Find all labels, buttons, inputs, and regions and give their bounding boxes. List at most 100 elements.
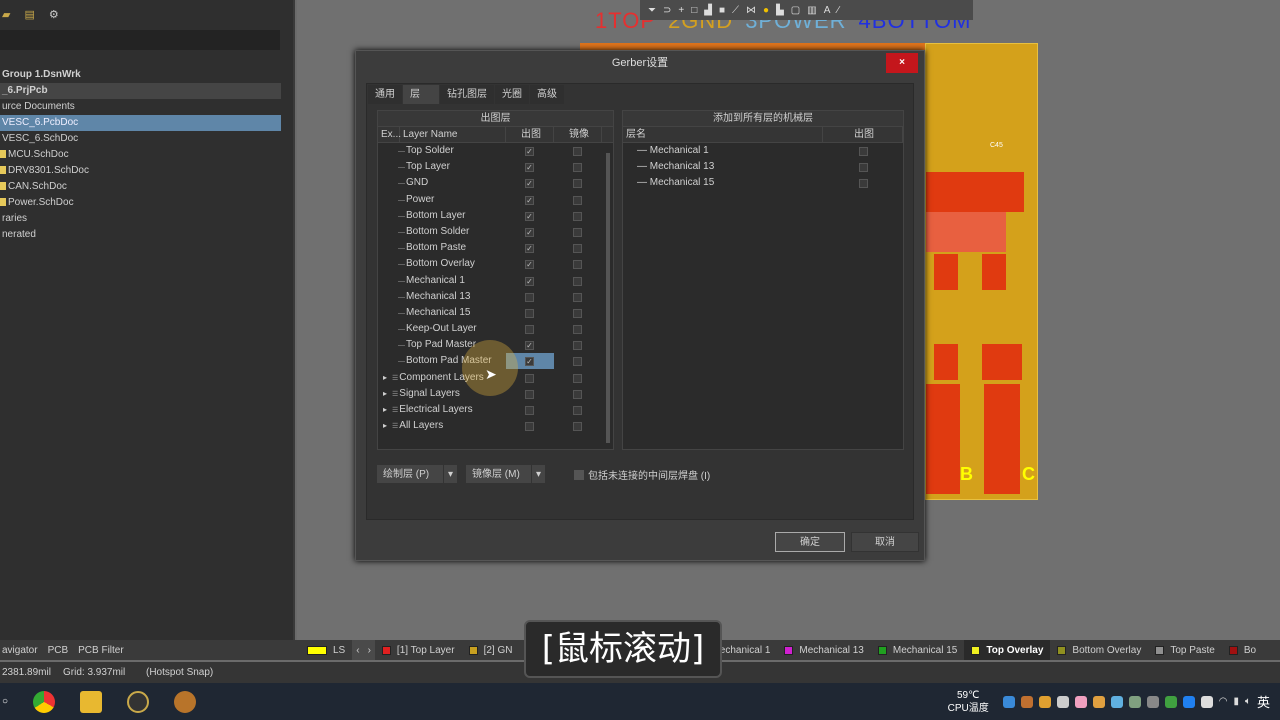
- plot-checkbox[interactable]: [525, 308, 534, 318]
- layer-row[interactable]: ▸ ☰All Layers: [378, 418, 613, 434]
- col-plot[interactable]: 出图: [506, 127, 554, 142]
- tree-item[interactable]: raries: [0, 211, 281, 227]
- tree-item[interactable]: CAN.SchDoc: [0, 179, 281, 195]
- tab-0[interactable]: 通用: [368, 85, 402, 104]
- component-icon[interactable]: ▟: [704, 5, 712, 16]
- ime-indicator[interactable]: 英: [1257, 692, 1270, 711]
- tray-icon[interactable]: [1020, 695, 1033, 708]
- tray-icon[interactable]: [1110, 695, 1123, 708]
- layer-tab[interactable]: Mechanical 13: [777, 640, 870, 660]
- expand-arrow-icon[interactable]: ▸: [383, 402, 387, 418]
- nvidia-icon[interactable]: [1164, 695, 1177, 708]
- col-layer[interactable]: 层名: [623, 127, 823, 142]
- col-plot[interactable]: 出图: [823, 127, 903, 142]
- plot-checkbox[interactable]: [525, 389, 534, 399]
- layer-tab[interactable]: Bottom Overlay: [1050, 640, 1148, 660]
- bear-app-icon[interactable]: [174, 690, 197, 713]
- layer-tab[interactable]: Top Paste: [1148, 640, 1221, 660]
- wifi-icon[interactable]: ◠: [1219, 696, 1228, 707]
- plot-checkbox[interactable]: ✓: [525, 260, 534, 270]
- altium-icon[interactable]: [127, 690, 150, 713]
- layer-row[interactable]: —Top Layer ✓: [378, 159, 613, 175]
- plot-checkbox[interactable]: [525, 373, 534, 383]
- tab-2[interactable]: 钻孔图层: [440, 85, 494, 104]
- tab-1[interactable]: 层: [403, 85, 439, 104]
- layer-set-button[interactable]: LS: [300, 640, 352, 660]
- layer-row[interactable]: —Bottom Paste ✓: [378, 240, 613, 256]
- tree-item[interactable]: DRV8301.SchDoc: [0, 163, 281, 179]
- tray-icon[interactable]: [1146, 695, 1159, 708]
- chevron-down-icon[interactable]: ▾: [531, 465, 545, 485]
- mech-row[interactable]: — Mechanical 1: [623, 143, 903, 159]
- layer-tab[interactable]: Mechanical 15: [871, 640, 964, 660]
- mirror-layers-button[interactable]: 镜像层 (M) ▾: [465, 464, 546, 485]
- route-icon[interactable]: ⊃: [663, 5, 671, 16]
- chrome-icon[interactable]: [33, 690, 56, 713]
- dimension-icon[interactable]: ▥: [807, 5, 816, 16]
- plot-checkbox[interactable]: [859, 147, 868, 156]
- plot-checkbox[interactable]: [859, 179, 868, 189]
- mirror-checkbox[interactable]: [573, 389, 582, 399]
- expand-arrow-icon[interactable]: ▸: [383, 370, 387, 386]
- close-button[interactable]: ×: [886, 53, 918, 73]
- plot-checkbox[interactable]: ✓: [525, 357, 534, 367]
- mirror-checkbox[interactable]: [573, 308, 582, 318]
- layer-row[interactable]: —Mechanical 13: [378, 289, 613, 305]
- pcb-board[interactable]: C45 B C: [925, 43, 1038, 500]
- volume-icon[interactable]: 🔈︎: [1245, 696, 1251, 707]
- col-mirror[interactable]: 镜像: [554, 127, 602, 142]
- layer-row[interactable]: —Bottom Solder ✓: [378, 224, 613, 240]
- text-icon[interactable]: A: [824, 5, 831, 16]
- plot-checkbox[interactable]: ✓: [525, 244, 534, 254]
- layer-row[interactable]: —Keep-Out Layer: [378, 321, 613, 337]
- tray-icon[interactable]: [1038, 695, 1051, 708]
- mirror-checkbox[interactable]: [573, 179, 582, 189]
- mirror-checkbox[interactable]: [573, 292, 582, 302]
- tray-icon[interactable]: [1056, 695, 1069, 708]
- tree-item[interactable]: Group 1.DsnWrk: [0, 67, 281, 83]
- panel-tab[interactable]: PCB: [48, 645, 69, 656]
- expand-arrow-icon[interactable]: ▸: [383, 386, 387, 402]
- plot-checkbox[interactable]: ✓: [525, 147, 534, 156]
- layer-row[interactable]: —Power ✓: [378, 192, 613, 208]
- plot-checkbox[interactable]: ✓: [525, 276, 534, 286]
- mirror-checkbox[interactable]: [573, 422, 582, 432]
- tab-4[interactable]: 高级: [530, 85, 564, 104]
- mirror-checkbox[interactable]: [573, 325, 582, 335]
- layer-tab[interactable]: [2] GN: [462, 640, 520, 660]
- plot-checkbox[interactable]: [859, 163, 868, 173]
- plot-checkbox[interactable]: [525, 292, 534, 302]
- mirror-checkbox[interactable]: [573, 211, 582, 221]
- cross-icon[interactable]: +: [678, 5, 684, 16]
- mirror-checkbox[interactable]: [573, 373, 582, 383]
- mirror-checkbox[interactable]: [573, 244, 582, 254]
- plot-checkbox[interactable]: [525, 325, 534, 335]
- col-layer-name[interactable]: Layer Name: [400, 127, 506, 142]
- mech-row[interactable]: — Mechanical 15: [623, 175, 903, 191]
- include-unconnected-checkbox[interactable]: 包括未连接的中间层焊盘 (I): [574, 467, 710, 482]
- layer-tab[interactable]: [1] Top Layer: [375, 640, 462, 660]
- layer-row[interactable]: —Bottom Layer ✓: [378, 208, 613, 224]
- layer-row[interactable]: —GND ✓: [378, 175, 613, 191]
- tab-3[interactable]: 光圈: [495, 85, 529, 104]
- expand-arrow-icon[interactable]: ▸: [383, 418, 387, 434]
- keepout-icon[interactable]: ▢: [791, 5, 800, 16]
- fill-icon[interactable]: ■: [719, 5, 725, 16]
- filter-icon[interactable]: ⏷: [648, 5, 656, 16]
- mirror-checkbox[interactable]: [573, 227, 582, 237]
- cancel-button[interactable]: 取消: [851, 532, 919, 552]
- mirror-checkbox[interactable]: [573, 276, 582, 286]
- pad-icon[interactable]: ●: [763, 5, 769, 16]
- chevron-down-icon[interactable]: ▾: [443, 465, 457, 485]
- mirror-checkbox[interactable]: [573, 406, 582, 415]
- microphone-icon[interactable]: ▮: [1233, 696, 1239, 707]
- folder-icon[interactable]: ▤: [24, 8, 34, 21]
- layer-row[interactable]: —Bottom Overlay ✓: [378, 256, 613, 272]
- mirror-checkbox[interactable]: [573, 147, 582, 156]
- mirror-checkbox[interactable]: [573, 260, 582, 270]
- plot-checkbox[interactable]: ✓: [525, 227, 534, 237]
- mirror-checkbox[interactable]: [573, 195, 582, 205]
- layer-tab[interactable]: Bo: [1222, 640, 1263, 660]
- file-explorer-icon[interactable]: [80, 690, 103, 713]
- layer-row[interactable]: —Top Solder ✓: [378, 143, 613, 159]
